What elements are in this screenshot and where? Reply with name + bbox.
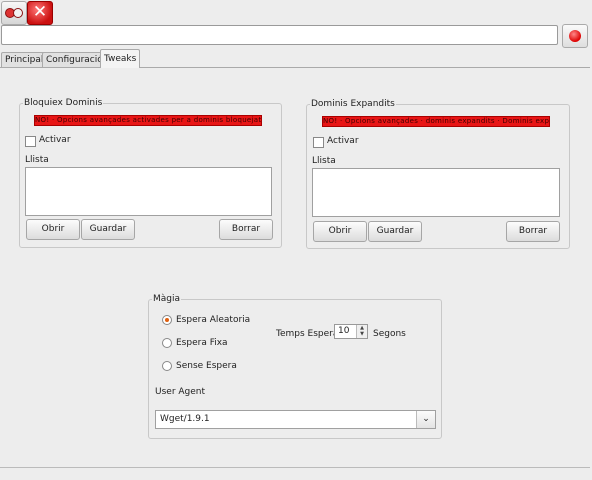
segons-label: Segons [373, 329, 406, 339]
chevron-down-icon[interactable]: ⌄ [416, 411, 435, 428]
temps-espera-value: 10 [338, 326, 350, 336]
dominis-expandits-group: Dominis Expandits NO! · Opcions avançade… [306, 99, 570, 249]
warning-banner: NO! · Opcions avançades · dominis expand… [322, 116, 550, 127]
activar-label: Activar [327, 136, 359, 146]
sense-espera-radio[interactable] [162, 361, 172, 371]
url-input[interactable] [1, 25, 558, 45]
user-agent-select[interactable]: Wget/1.9.1 ⌄ [155, 410, 436, 429]
borrar-button[interactable]: Borrar [219, 219, 273, 240]
guardar-button[interactable]: Guardar [81, 219, 135, 240]
user-agent-label: User Agent [155, 387, 206, 397]
tab-tweaks[interactable]: Tweaks [100, 49, 141, 68]
group-title: Màgia [152, 294, 182, 304]
activar-checkbox[interactable] [313, 137, 324, 148]
obrir-button[interactable]: Obrir [26, 219, 80, 240]
close-button[interactable]: ✕ [27, 1, 53, 25]
espera-aleatoria-label: Espera Aleatoria [176, 315, 251, 325]
temps-espera-spinbox[interactable]: 10 ▲ ▼ [334, 324, 368, 339]
go-button[interactable] [562, 24, 588, 48]
espera-fixa-label: Espera Fixa [176, 338, 228, 348]
record-icon [569, 30, 581, 42]
close-icon: ✕ [32, 2, 48, 22]
tab-principal[interactable]: Principal [1, 52, 48, 68]
activar-label: Activar [39, 135, 71, 145]
sense-espera-label: Sense Espera [176, 361, 237, 371]
llista-label: Llista [25, 155, 49, 165]
temps-espera-label: Temps Espera [276, 329, 339, 339]
espera-aleatoria-radio[interactable] [162, 315, 172, 325]
llista-textarea[interactable] [25, 167, 272, 216]
llista-textarea[interactable] [312, 168, 560, 217]
warning-banner: NO! · Opcions avançades activades per a … [34, 115, 262, 126]
spin-arrows-icon[interactable]: ▲ ▼ [356, 325, 367, 338]
borrar-button[interactable]: Borrar [506, 221, 560, 242]
tab-configuracio[interactable]: Configuració [42, 52, 107, 68]
bloquiex-dominis-group: Bloquiex Dominis NO! · Opcions avançades… [19, 98, 282, 248]
espera-fixa-radio[interactable] [162, 338, 172, 348]
group-title: Dominis Expandits [310, 99, 396, 109]
activar-checkbox[interactable] [25, 136, 36, 147]
llista-label: Llista [312, 156, 336, 166]
user-agent-value: Wget/1.9.1 [160, 414, 210, 424]
group-title: Bloquiex Dominis [23, 98, 104, 108]
app-logo-button[interactable] [1, 1, 27, 25]
guardar-button[interactable]: Guardar [368, 221, 422, 242]
app-logo-icon-part [13, 8, 23, 18]
obrir-button[interactable]: Obrir [313, 221, 367, 242]
